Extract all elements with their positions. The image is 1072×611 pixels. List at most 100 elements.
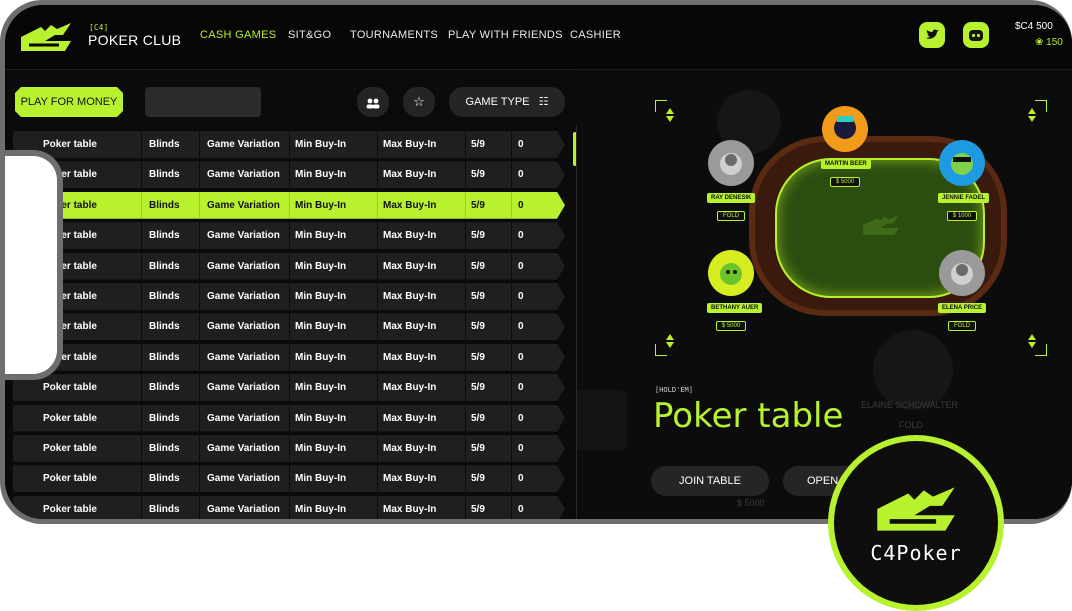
table-row[interactable]: Poker table Blinds Game Variation Min Buy-I… — [13, 374, 565, 401]
table-cell: Poker table — [43, 139, 97, 150]
column-separator — [141, 192, 142, 219]
table-cell: 5/9 — [471, 412, 485, 424]
corner-marker-icon — [1028, 334, 1047, 356]
column-separator — [141, 253, 142, 280]
nav-cashier[interactable]: CASHIER — [570, 29, 621, 41]
table-cell: Max Buy-In — [383, 290, 437, 302]
table-cell: Poker table — [43, 442, 97, 454]
felt-logo-icon — [863, 215, 899, 235]
game-type-button[interactable]: GAME TYPE ☷ — [449, 87, 565, 117]
nav-tournaments[interactable]: TOURNAMENTS — [350, 29, 438, 41]
table-cell: Min Buy-In — [295, 230, 347, 242]
table-row[interactable]: Poker table Blinds Game Variation Min Buy-I… — [13, 405, 565, 432]
table-row[interactable]: Poker table Blinds Game Variation Min Buy-I… — [13, 161, 565, 188]
table-cell: Game Variation — [207, 199, 280, 211]
seat-elena-price[interactable]: ELENA PRICE FOLD — [938, 250, 987, 332]
column-separator — [377, 344, 378, 371]
table-row[interactable]: Poker table Blinds Game Variation Min Buy-I… — [13, 253, 565, 280]
table-cell: Game Variation — [207, 442, 280, 454]
column-separator — [141, 131, 142, 158]
seat-jennie-fadel[interactable]: JENNIE FADEL $ 1000 — [938, 140, 990, 222]
column-separator — [511, 253, 512, 280]
table-row[interactable]: Poker table Blinds Game Variation Min Buy-I… — [13, 465, 565, 492]
column-separator — [511, 344, 512, 371]
seat-martin-beer[interactable]: MARTIN BEER $ 5000 — [821, 106, 871, 188]
player-stack: $ 5000 — [715, 321, 747, 331]
table-cell: Min Buy-In — [295, 139, 347, 150]
column-separator — [377, 435, 378, 462]
avatar — [822, 106, 868, 152]
play-for-money-button[interactable]: PLAY FOR MONEY — [15, 87, 123, 117]
table-cell: 0 — [518, 169, 524, 181]
column-separator — [511, 161, 512, 188]
table-cell: Game Variation — [207, 260, 280, 272]
table-cell: Min Buy-In — [295, 199, 347, 211]
player-name: ELENA PRICE — [938, 303, 987, 313]
column-separator — [511, 496, 512, 519]
table-row[interactable]: Poker table Blinds Game Variation Min Buy-I… — [13, 344, 565, 371]
seat-bethany-auer[interactable]: BETHANY AUER $ 5000 — [707, 250, 763, 332]
table-cell: Game Variation — [207, 351, 280, 363]
table-cell: 5/9 — [471, 199, 485, 211]
table-cell: Min Buy-In — [295, 321, 347, 333]
column-separator — [289, 465, 290, 492]
background-player-stack: $ 5000 — [737, 498, 765, 508]
column-separator — [511, 435, 512, 462]
table-cell: Game Variation — [207, 139, 280, 150]
twitter-icon[interactable] — [919, 22, 945, 48]
column-separator — [465, 161, 466, 188]
c4-logo-icon[interactable] — [15, 19, 77, 55]
column-separator — [141, 405, 142, 432]
game-type-label: GAME TYPE — [465, 96, 530, 108]
column-separator — [289, 222, 290, 249]
table-cell: Blinds — [149, 169, 180, 181]
column-separator — [199, 161, 200, 188]
table-cell: Max Buy-In — [383, 442, 437, 454]
column-separator — [199, 496, 200, 519]
table-cell: 0 — [518, 473, 524, 485]
column-separator — [465, 313, 466, 340]
discord-icon[interactable] — [963, 22, 989, 48]
column-separator — [289, 131, 290, 158]
column-separator — [465, 435, 466, 462]
nav-sit-go[interactable]: SIT&GO — [288, 29, 331, 41]
seat-ray-denesik[interactable]: RAY DENESIK FOLD — [707, 140, 756, 222]
table-row[interactable]: Poker table Blinds Game Variation Min Buy-I… — [13, 222, 565, 249]
brand-name[interactable]: POKER CLUB — [88, 32, 181, 48]
table-cell: Game Variation — [207, 503, 280, 515]
column-separator — [465, 192, 466, 219]
favorites-star-icon[interactable]: ☆ — [403, 87, 435, 117]
nav-play-with-friends[interactable]: PLAY WITH FRIENDS — [448, 29, 563, 41]
players-filter-icon[interactable] — [357, 87, 389, 117]
table-row[interactable]: Poker table Blinds Game Variation Min Buy-I… — [13, 313, 565, 340]
table-cell: 5/9 — [471, 442, 485, 454]
column-separator — [465, 344, 466, 371]
column-separator — [377, 374, 378, 401]
column-separator — [199, 465, 200, 492]
player-name: MARTIN BEER — [821, 159, 871, 169]
play-for-fun-button[interactable] — [145, 87, 261, 117]
brand-sub: [C4] — [89, 23, 109, 32]
table-cell: Blinds — [149, 290, 180, 302]
player-status: FOLD — [947, 321, 976, 331]
badge-text: C4Poker — [870, 541, 962, 565]
table-row[interactable]: Poker table Blinds Game Variation Min Buy-I… — [13, 283, 565, 310]
column-separator — [199, 131, 200, 158]
table-cell: Poker table — [43, 503, 97, 515]
table-row[interactable]: Poker table Blinds Game Variation Min Buy-I… — [13, 496, 565, 519]
background-player-status: FOLD — [899, 420, 924, 430]
table-cell: 5/9 — [471, 321, 485, 333]
table-row[interactable]: Poker table Blinds Game Variation Min Buy-I… — [13, 435, 565, 462]
filter-sliders-icon: ☷ — [538, 96, 549, 108]
table-row[interactable]: Poker table Blinds Game Variation Min Buy-I… — [13, 131, 565, 158]
table-row[interactable]: Poker table Blinds Game Variation Min Buy-I… — [13, 192, 565, 219]
table-preview-panel: ELAINE SCHOWALTER FOLD $ 5000 MARTIN BEE… — [577, 70, 1072, 519]
table-cell: 0 — [518, 230, 524, 242]
column-separator — [141, 374, 142, 401]
nav-cash-games[interactable]: CASH GAMES — [200, 29, 276, 41]
table-cell: 0 — [518, 412, 524, 424]
column-separator — [511, 405, 512, 432]
table-cell: 0 — [518, 382, 524, 394]
join-table-button[interactable]: JOIN TABLE — [651, 466, 769, 496]
column-separator — [199, 405, 200, 432]
